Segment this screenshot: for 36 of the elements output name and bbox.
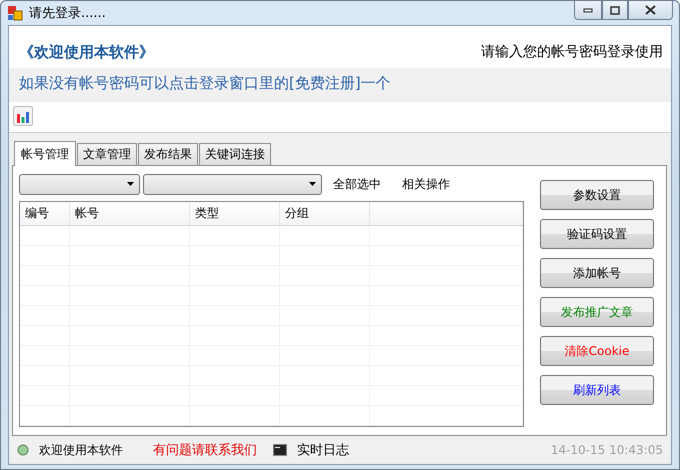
welcome-heading: 《欢迎使用本软件》	[19, 42, 154, 62]
dropdown[interactable]	[19, 174, 140, 194]
maximize-icon	[610, 6, 620, 14]
toolbar-link[interactable]: 全部选中	[333, 176, 381, 192]
tab[interactable]: 发布结果	[138, 143, 198, 166]
minimize-button[interactable]	[574, 1, 602, 20]
toolbar-link[interactable]: 相关操作	[402, 176, 450, 192]
close-button[interactable]	[628, 1, 673, 20]
status-time: 14-10-15 10:43:05	[550, 443, 663, 457]
login-prompt: 请输入您的帐号密码登录使用	[481, 43, 663, 61]
maximize-button[interactable]	[602, 1, 628, 20]
close-icon	[645, 5, 656, 15]
action-button[interactable]: 添加帐号	[540, 258, 654, 288]
contact-link[interactable]: 有问题请联系我们	[153, 441, 257, 459]
bar-chart-icon[interactable]	[13, 106, 33, 126]
app-icon	[7, 5, 23, 21]
action-button[interactable]: 刷新列表	[540, 375, 654, 405]
window-title: 请先登录......	[29, 5, 106, 22]
minimize-icon	[583, 7, 593, 13]
tab[interactable]: 文章管理	[77, 143, 137, 166]
column-header[interactable]: 类型	[190, 202, 280, 225]
tab[interactable]: 关键词连接	[199, 143, 271, 166]
caret-icon	[309, 182, 316, 186]
register-notice: 如果没有帐号密码可以点击登录窗口里的[免费注册]一个	[9, 68, 671, 102]
action-button[interactable]: 发布推广文章	[540, 297, 654, 327]
dropdown[interactable]	[143, 174, 322, 194]
console-icon	[273, 444, 287, 456]
log-link[interactable]: 实时日志	[297, 441, 349, 459]
status-welcome: 欢迎使用本软件	[39, 442, 123, 458]
column-header[interactable]: 编号	[20, 202, 70, 225]
column-header[interactable]: 帐号	[70, 202, 190, 225]
column-header[interactable]: 分组	[280, 202, 370, 225]
action-button[interactable]: 参数设置	[540, 180, 654, 210]
caret-icon	[127, 182, 134, 186]
action-button[interactable]: 验证码设置	[540, 219, 654, 249]
tab[interactable]: 帐号管理	[14, 141, 76, 166]
